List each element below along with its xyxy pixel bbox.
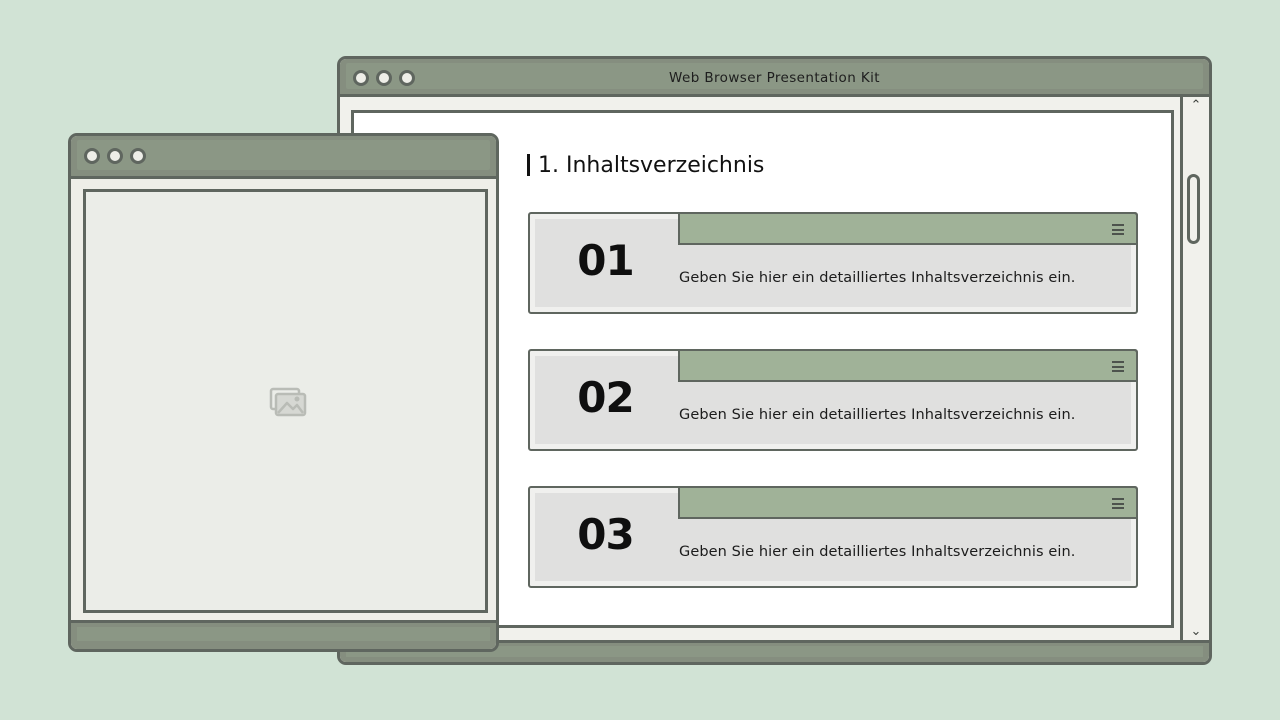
menu-icon[interactable] — [1112, 498, 1124, 509]
chevron-up-icon[interactable]: ⌃ — [1183, 98, 1209, 113]
toc-description: Geben Sie hier ein detailliertes Inhalts… — [679, 407, 1076, 423]
toc-number: 01 — [577, 236, 634, 285]
menu-icon[interactable] — [1112, 361, 1124, 372]
menu-icon[interactable] — [1112, 224, 1124, 235]
maximize-dot-icon[interactable] — [130, 148, 146, 164]
heading-accent-bar — [527, 154, 530, 176]
toc-card-2: 02 Geben Sie hier ein detailliertes Inha… — [528, 349, 1138, 451]
toc-description: Geben Sie hier ein detailliertes Inhalts… — [679, 270, 1076, 286]
card-tab-bar — [678, 486, 1138, 519]
page-title: 1. Inhaltsverzeichnis — [527, 150, 764, 180]
front-statusbar — [71, 620, 496, 649]
toc-description: Geben Sie hier ein detailliertes Inhalts… — [679, 544, 1076, 560]
vertical-scrollbar[interactable]: ⌃ ⌄ — [1180, 97, 1209, 640]
image-browser-window — [68, 133, 499, 652]
toc-card-1: 01 Geben Sie hier ein detailliertes Inha… — [528, 212, 1138, 314]
main-titlebar: Web Browser Presentation Kit — [340, 59, 1209, 97]
image-placeholder[interactable] — [83, 189, 488, 613]
toc-number: 02 — [577, 373, 634, 422]
minimize-dot-icon[interactable] — [107, 148, 123, 164]
image-placeholder-icon — [269, 387, 307, 417]
toc-number: 03 — [577, 510, 634, 559]
scroll-thumb[interactable] — [1187, 174, 1200, 244]
page-title-text: 1. Inhaltsverzeichnis — [538, 152, 765, 178]
window-title: Web Browser Presentation Kit — [669, 70, 880, 86]
toc-card-3: 03 Geben Sie hier ein detailliertes Inha… — [528, 486, 1138, 588]
card-tab-bar — [678, 349, 1138, 382]
window-controls — [84, 148, 146, 164]
chevron-down-icon[interactable]: ⌄ — [1183, 624, 1209, 639]
close-dot-icon[interactable] — [84, 148, 100, 164]
front-titlebar — [71, 136, 496, 179]
card-tab-bar — [678, 212, 1138, 245]
